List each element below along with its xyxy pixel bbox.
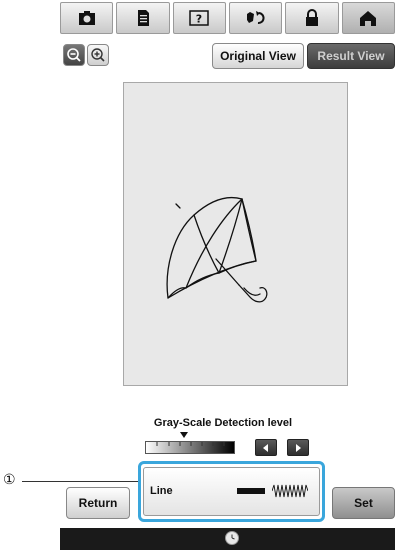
top-toolbar: ? xyxy=(60,2,395,34)
callout-line xyxy=(22,481,140,482)
home-button[interactable] xyxy=(341,2,395,34)
document-button[interactable] xyxy=(116,2,170,34)
image-preview xyxy=(123,82,348,386)
callout-number: ① xyxy=(3,471,16,487)
lock-button[interactable] xyxy=(285,2,339,34)
arrow-left-icon xyxy=(263,443,268,452)
camera-icon xyxy=(78,11,95,25)
umbrella-drawing xyxy=(166,196,268,303)
grayscale-level-pointer xyxy=(179,432,188,438)
embroidery-convert-button[interactable] xyxy=(228,2,283,34)
result-view-button[interactable]: Result View xyxy=(307,43,395,69)
lock-icon xyxy=(305,9,318,26)
zoom-controls xyxy=(63,44,109,66)
line-solid-sample xyxy=(237,488,265,494)
help-icon: ? xyxy=(189,10,210,26)
embroidery-convert-icon xyxy=(246,11,265,24)
grayscale-increase-button[interactable] xyxy=(287,439,309,456)
line-zigzag-sample xyxy=(272,484,308,498)
arrow-right-icon xyxy=(296,443,301,452)
help-button[interactable]: ? xyxy=(172,2,226,34)
zoom-out-icon xyxy=(67,48,81,62)
clock-icon xyxy=(225,531,239,545)
grayscale-label: Gray-Scale Detection level xyxy=(153,417,293,429)
return-button[interactable]: Return xyxy=(66,487,130,519)
home-icon xyxy=(360,11,377,26)
zoom-in-icon xyxy=(91,48,105,62)
zoom-in-button[interactable] xyxy=(87,44,109,66)
grayscale-ticks xyxy=(156,442,225,446)
grayscale-level-bar xyxy=(145,441,235,454)
zoom-out-button[interactable] xyxy=(63,44,85,66)
document-icon xyxy=(137,10,149,26)
set-button[interactable]: Set xyxy=(332,487,395,519)
grayscale-decrease-button[interactable] xyxy=(255,439,277,456)
original-view-button[interactable]: Original View xyxy=(212,43,304,69)
line-setting-label: Line xyxy=(150,485,173,497)
svg-text:?: ? xyxy=(196,13,202,26)
camera-button[interactable] xyxy=(60,2,114,34)
